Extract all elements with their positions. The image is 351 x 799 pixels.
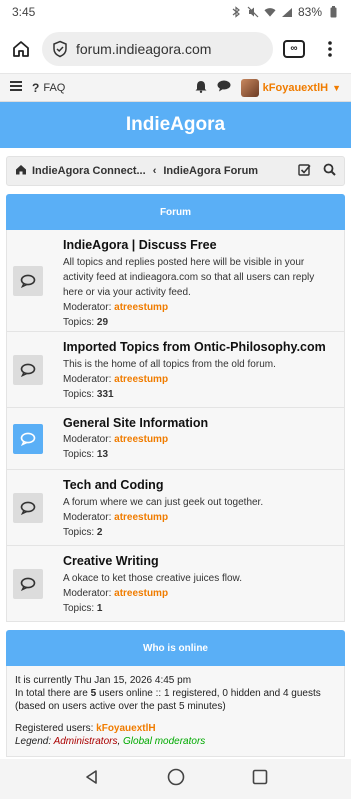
topics-label: Topics:: [63, 449, 95, 460]
moderator-link[interactable]: atreestump: [114, 588, 168, 599]
hamburger-menu-icon[interactable]: [10, 81, 22, 94]
forum-description: This is the home of all topics from the …: [63, 359, 276, 370]
topics-count: 2: [96, 527, 103, 538]
search-icon[interactable]: [323, 163, 336, 179]
forum-read-icon: [13, 492, 43, 523]
breadcrumb-current-link[interactable]: IndieAgora Forum: [163, 165, 258, 177]
forum-unread-icon: [13, 423, 43, 454]
forum-title[interactable]: Tech and Coding: [63, 476, 336, 494]
topics-label: Topics:: [63, 603, 95, 614]
breadcrumb-home-link[interactable]: IndieAgora Connect...: [32, 165, 146, 177]
online-summary: In total there are 5 users online :: 1 r…: [15, 687, 336, 713]
question-icon: ?: [32, 80, 40, 95]
shield-check-icon: [53, 40, 67, 57]
chevron-down-icon: ▼: [332, 82, 341, 93]
incognito-tabs-button[interactable]: ∞: [279, 34, 309, 64]
topics-label: Topics:: [63, 317, 95, 328]
forum-title[interactable]: General Site Information: [63, 414, 336, 432]
registered-user-link[interactable]: kFoyauextlH: [96, 723, 155, 734]
kebab-menu-icon: [328, 40, 332, 57]
status-icons: 83%: [230, 5, 339, 19]
mute-icon: [247, 6, 259, 18]
system-navigation-bar: [0, 759, 351, 799]
infinity-icon: ∞: [283, 39, 305, 58]
forum-read-icon: [13, 265, 43, 296]
status-bar: 3:45 83%: [0, 0, 351, 24]
back-icon[interactable]: [84, 769, 100, 790]
site-title[interactable]: IndieAgora: [126, 114, 225, 136]
moderator-label: Moderator:: [63, 512, 112, 523]
faq-link[interactable]: ? FAQ: [32, 81, 65, 95]
moderator-label: Moderator:: [63, 374, 112, 385]
private-messages-icon[interactable]: [217, 80, 231, 95]
current-time: It is currently Thu Jan 15, 2026 4:45 pm: [15, 675, 192, 686]
breadcrumb: IndieAgora Connect... ‹ IndieAgora Forum: [6, 156, 345, 186]
forum-read-icon: [13, 354, 43, 385]
moderator-link[interactable]: atreestump: [114, 434, 168, 445]
home-circle-icon[interactable]: [167, 768, 185, 791]
legend-global-moderators-link[interactable]: Global moderators: [123, 736, 205, 747]
topics-count: 1: [96, 603, 103, 614]
forum-title[interactable]: Imported Topics from Ontic-Philosophy.co…: [63, 338, 336, 356]
forum-description: All topics and replies posted here will …: [63, 257, 315, 298]
moderator-label: Moderator:: [63, 588, 112, 599]
who-is-online-panel: It is currently Thu Jan 15, 2026 4:45 pm…: [6, 666, 345, 757]
faq-label: FAQ: [43, 81, 66, 94]
bluetooth-icon: [230, 6, 242, 18]
topics-label: Topics:: [63, 389, 95, 400]
moderator-link[interactable]: atreestump: [114, 374, 168, 385]
home-icon: [13, 40, 29, 57]
url-text: forum.indieagora.com: [76, 40, 212, 57]
battery-icon: [327, 6, 339, 18]
forum-row[interactable]: Tech and Coding A forum where we can jus…: [7, 470, 344, 546]
legend-label: Legend:: [15, 736, 54, 747]
forum-row[interactable]: IndieAgora | Discuss Free All topics and…: [7, 230, 344, 332]
who-is-online-title[interactable]: Who is online: [143, 643, 208, 654]
moderator-label: Moderator:: [63, 434, 112, 445]
topics-count: 29: [96, 317, 109, 328]
address-bar[interactable]: forum.indieagora.com: [42, 31, 273, 66]
home-button[interactable]: [6, 34, 36, 64]
topics-count: 13: [96, 449, 109, 460]
online-summary-prefix: In total there are: [15, 688, 91, 699]
mark-read-icon[interactable]: [298, 163, 311, 179]
browser-toolbar: forum.indieagora.com ∞: [0, 24, 351, 74]
forum-description: A forum where we can just geek out toget…: [63, 497, 264, 508]
home-icon[interactable]: [15, 164, 27, 178]
legend: Legend: Administrators, Global moderator…: [15, 735, 336, 748]
recents-square-icon[interactable]: [252, 769, 268, 790]
breadcrumb-separator: ‹: [152, 165, 157, 177]
wifi-icon: [264, 6, 276, 18]
legend-administrators-link[interactable]: Administrators: [54, 736, 118, 747]
who-is-online-header: Who is online: [6, 630, 345, 666]
forum-row[interactable]: Creative Writing A okace to ket those cr…: [7, 546, 344, 621]
forum-row[interactable]: Imported Topics from Ontic-Philosophy.co…: [7, 332, 344, 408]
site-header: IndieAgora: [0, 102, 351, 148]
forum-section-title[interactable]: Forum: [160, 207, 191, 218]
notifications-bell-icon[interactable]: [195, 80, 207, 96]
user-menu[interactable]: kFoyauextlH ▼: [240, 78, 341, 97]
forum-navbar: ? FAQ kFoyauextlH ▼: [0, 74, 351, 102]
forum-row[interactable]: General Site Information Moderator: atre…: [7, 408, 344, 470]
moderator-label: Moderator:: [63, 302, 112, 313]
forum-description: A okace to ket those creative juices flo…: [63, 573, 242, 584]
topics-count: 331: [96, 389, 114, 400]
topics-label: Topics:: [63, 527, 95, 538]
moderator-link[interactable]: atreestump: [114, 302, 168, 313]
more-menu-button[interactable]: [315, 34, 345, 64]
moderator-link[interactable]: atreestump: [114, 512, 168, 523]
registered-users-label: Registered users:: [15, 723, 97, 734]
signal-icon: [281, 6, 293, 18]
username: kFoyauextlH: [262, 81, 329, 94]
status-time: 3:45: [12, 5, 36, 19]
forum-section-header: Forum: [6, 194, 345, 230]
forum-list: IndieAgora | Discuss Free All topics and…: [6, 230, 345, 622]
forum-title[interactable]: IndieAgora | Discuss Free: [63, 236, 336, 254]
avatar: [240, 78, 259, 97]
forum-read-icon: [13, 568, 43, 599]
forum-title[interactable]: Creative Writing: [63, 552, 336, 570]
battery-level: 83%: [297, 5, 322, 19]
registered-users: Registered users: kFoyauextlH: [15, 722, 336, 735]
